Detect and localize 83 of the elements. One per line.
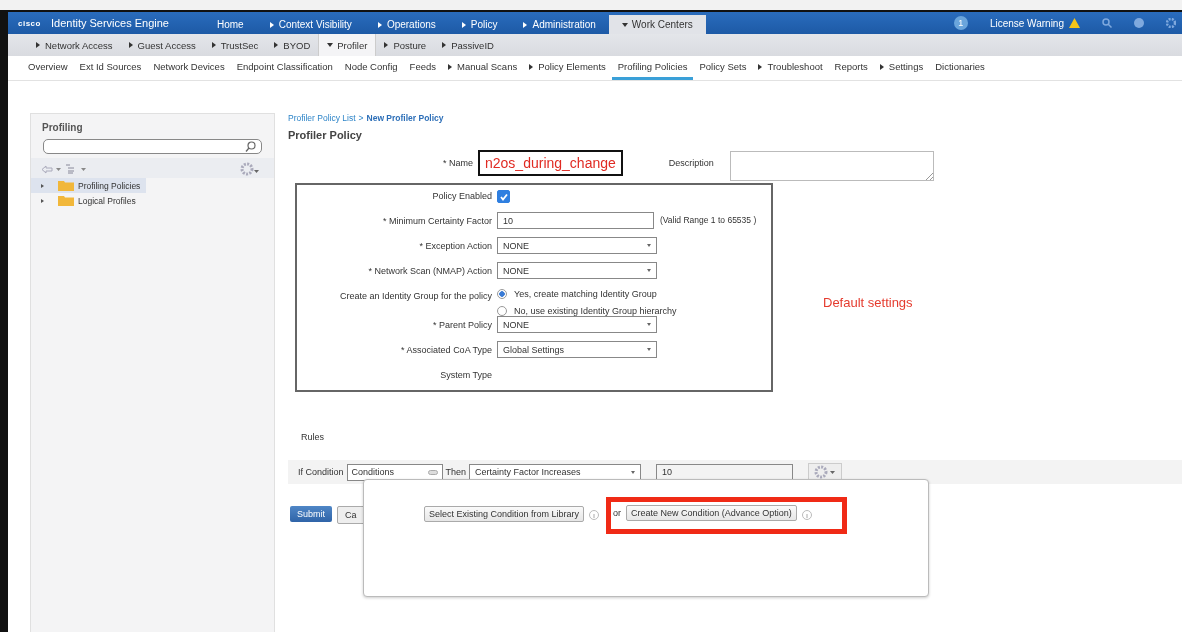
field-label: Policy Enabled	[431, 190, 493, 201]
subnav-tab[interactable]: TrustSec	[203, 34, 267, 56]
then-label: Then	[445, 467, 467, 477]
subnav-tab[interactable]: Profiler	[318, 34, 377, 56]
subnav-tab[interactable]: Network Access	[28, 34, 121, 56]
section-title: Rules	[301, 432, 325, 442]
condition-field[interactable]: Conditions	[346, 463, 443, 481]
field-label: * Parent Policy	[431, 319, 493, 330]
range-hint: (Valid Range 1 to 65535 )	[660, 214, 757, 225]
field-label: Create an Identity Group for the policy	[338, 290, 493, 301]
nav-tab[interactable]: Administration	[510, 15, 609, 34]
select-condition-button[interactable]: Select Existing Condition from Library	[424, 506, 585, 522]
help-icon[interactable]	[1134, 18, 1144, 28]
field-label: * Exception Action	[418, 240, 493, 251]
dropdown[interactable]: Global Settings	[497, 341, 657, 358]
nav-tab[interactable]: Work Centers	[608, 15, 706, 34]
tree-item[interactable]: Logical Profiles	[31, 193, 142, 208]
info-icon[interactable]	[589, 510, 600, 520]
nav-tab[interactable]: Operations	[364, 15, 449, 34]
menu-tab[interactable]: Policy Elements	[523, 56, 612, 80]
description-field[interactable]	[729, 151, 934, 181]
create-condition-button[interactable]: Create New Condition (Advance Option)	[626, 505, 797, 521]
breadcrumb-current: New Profiler Policy	[366, 113, 444, 123]
submit-button[interactable]: Submit	[290, 506, 332, 522]
list-icon[interactable]	[65, 164, 89, 174]
subnav-tab[interactable]: PassiveID	[434, 34, 502, 56]
nav-tab[interactable]: Home	[204, 15, 257, 34]
breadcrumb-link[interactable]: Profiler Policy List	[288, 113, 356, 123]
field-label: * Minimum Certainty Factor	[381, 215, 493, 226]
menu-tab[interactable]: Reports	[828, 56, 874, 80]
if-condition-label: If Condition	[298, 467, 344, 477]
warning-icon	[1069, 18, 1080, 28]
menu-tab[interactable]: Dictionaries	[929, 56, 991, 80]
logo: cisco	[18, 18, 41, 28]
annotation-text: Default settings	[823, 295, 913, 310]
subnav-tab[interactable]: Guest Access	[120, 34, 204, 56]
menu-tab[interactable]: Ext Id Sources	[73, 56, 148, 80]
resize-grip-icon	[924, 172, 933, 180]
text-input[interactable]: 10	[497, 212, 654, 229]
form-title: Profiler Policy	[288, 129, 363, 141]
info-icon[interactable]	[801, 510, 812, 520]
menu-tab[interactable]: Overview	[22, 56, 74, 80]
field-label: * Name	[442, 158, 474, 168]
checkbox[interactable]	[497, 190, 510, 203]
dropdown[interactable]: NONE	[497, 262, 657, 279]
menu-tab[interactable]: Feeds	[403, 56, 442, 80]
back-arrow-icon[interactable]	[41, 164, 63, 174]
tree-item[interactable]: Profiling Policies	[31, 178, 147, 193]
search-icon	[245, 141, 256, 152]
field-label: * Network Scan (NMAP) Action	[367, 265, 493, 276]
radio-label: No, use existing Identity Group hierarchy	[514, 306, 677, 316]
nav-tab[interactable]: Context Visibility	[256, 15, 365, 34]
field-label: Description	[668, 158, 714, 168]
name-field[interactable]: n2os_during_change	[478, 150, 623, 176]
subnav-tab[interactable]: Posture	[376, 34, 435, 56]
settings-icon[interactable]	[1166, 18, 1176, 28]
menu-tab[interactable]: Profiling Policies	[611, 56, 694, 80]
field-label: System Type	[439, 369, 493, 380]
or-text: or	[613, 508, 622, 518]
menu-tab[interactable]: Policy Sets	[693, 56, 753, 80]
dropdown[interactable]: NONE	[497, 316, 657, 333]
radio-button[interactable]	[497, 289, 507, 299]
search-icon[interactable]	[1102, 18, 1112, 28]
collapse-handle-icon	[427, 469, 438, 475]
menu-tab[interactable]: Node Config	[338, 56, 404, 80]
gear-icon[interactable]	[240, 162, 260, 176]
radio-label: Yes, create matching Identity Group	[514, 289, 657, 299]
nav-tab[interactable]: Policy	[448, 15, 511, 34]
menu-tab[interactable]: Endpoint Classification	[230, 56, 339, 80]
menu-tab[interactable]: Manual Scans	[442, 56, 524, 80]
folder-icon	[58, 180, 74, 191]
breadcrumb-separator: >	[358, 113, 364, 123]
menu-tab[interactable]: Troubleshoot	[752, 56, 829, 80]
search-field[interactable]	[43, 139, 262, 154]
menu-tab[interactable]: Settings	[873, 56, 930, 80]
menu-tab[interactable]: Network Devices	[147, 56, 231, 80]
folder-icon	[58, 195, 74, 206]
dropdown[interactable]: NONE	[497, 237, 657, 254]
field-label: * Associated CoA Type	[400, 344, 493, 355]
subnav-tab[interactable]: BYOD	[266, 34, 319, 56]
license-warning-link[interactable]: License Warning	[989, 17, 1064, 29]
sidebar-title: Profiling	[41, 122, 84, 133]
app-title: Identity Services Engine	[50, 17, 169, 29]
